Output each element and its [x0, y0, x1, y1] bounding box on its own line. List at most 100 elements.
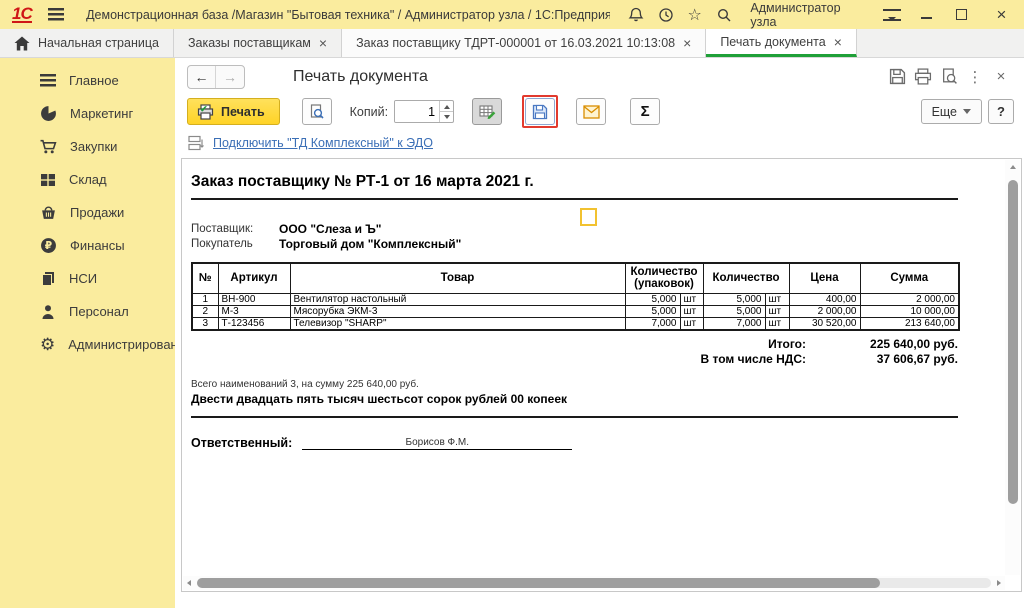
- save-highlight-frame: [522, 95, 558, 128]
- preview-button[interactable]: [302, 98, 332, 125]
- edo-connect-link[interactable]: Подключить "ТД Комплексный" к ЭДО: [213, 136, 433, 150]
- horizontal-scrollbar[interactable]: [183, 576, 1005, 590]
- items-table: № Артикул Товар Количество (упаковок) Ко…: [191, 262, 960, 331]
- col-header-sum: Сумма: [860, 263, 959, 293]
- print-button[interactable]: ✔ Печать: [187, 98, 280, 125]
- pie-chart-icon: [40, 105, 57, 122]
- more-button-label: Еще: [932, 105, 957, 119]
- ruble-icon: ₽: [40, 237, 57, 254]
- copies-input[interactable]: [395, 101, 439, 122]
- sidebar-item-sales[interactable]: Продажи: [0, 196, 175, 229]
- chevron-down-icon: [963, 109, 971, 118]
- section-sidebar: Главное Маркетинг Закупки Склад Продажи …: [0, 58, 175, 608]
- scroll-up-icon[interactable]: [1005, 160, 1020, 174]
- tab-home[interactable]: Начальная страница: [0, 29, 174, 57]
- tab-print-document[interactable]: Печать документа ×: [706, 29, 857, 57]
- divider-line: [191, 416, 958, 418]
- more-button[interactable]: Еще: [921, 99, 982, 124]
- maximize-button[interactable]: [956, 9, 967, 20]
- col-header-sku: Артикул: [218, 263, 290, 293]
- selected-cell[interactable]: [580, 208, 597, 226]
- scroll-left-icon[interactable]: [183, 580, 195, 586]
- edit-table-button[interactable]: [472, 98, 502, 125]
- spin-up-icon[interactable]: [440, 101, 453, 111]
- edo-link-row: Подключить "ТД Комплексный" к ЭДО: [175, 128, 1024, 158]
- tab-label: Печать документа: [720, 35, 825, 49]
- sidebar-item-finance[interactable]: ₽ Финансы: [0, 229, 175, 262]
- sidebar-item-label: Главное: [69, 73, 119, 88]
- preview-icon: [309, 104, 325, 120]
- more-dots-icon[interactable]: ⋮: [962, 65, 988, 89]
- col-header-qty: Количество: [703, 263, 789, 293]
- scroll-right-icon[interactable]: [993, 580, 1005, 586]
- sidebar-item-nsi[interactable]: НСИ: [0, 262, 175, 295]
- navigation-buttons: ← →: [187, 65, 245, 89]
- tab-close-icon[interactable]: ×: [319, 35, 327, 51]
- printed-document: Заказ поставщику № РТ-1 от 16 марта 2021…: [182, 159, 1005, 576]
- save-icon[interactable]: [884, 65, 910, 89]
- sum-button[interactable]: Σ: [630, 98, 660, 125]
- help-button[interactable]: ?: [988, 99, 1014, 124]
- history-icon[interactable]: [655, 4, 676, 26]
- current-user-label[interactable]: Администратор узла: [750, 1, 865, 29]
- sidebar-item-personnel[interactable]: Персонал: [0, 295, 175, 328]
- tab-close-icon[interactable]: ×: [834, 34, 842, 50]
- svg-text:₽: ₽: [45, 240, 52, 252]
- basket-icon: [40, 204, 57, 221]
- 1c-logo: 1С: [12, 6, 32, 23]
- print-icon[interactable]: [910, 65, 936, 89]
- person-icon: [40, 304, 56, 320]
- grid-icon: [40, 172, 56, 188]
- svg-text:✔: ✔: [200, 104, 208, 114]
- main-menu-icon[interactable]: [48, 8, 64, 21]
- sidebar-item-purchases[interactable]: Закупки: [0, 130, 175, 163]
- sidebar-item-marketing[interactable]: Маркетинг: [0, 97, 175, 130]
- sidebar-item-label: Маркетинг: [70, 106, 133, 121]
- supplier-label: Поставщик:: [191, 222, 279, 237]
- copies-stepper: [394, 100, 454, 123]
- back-button[interactable]: ←: [188, 66, 216, 88]
- col-header-product: Товар: [290, 263, 625, 293]
- table-row[interactable]: 3 Т-123456 Телевизор "SHARP" 7,000 шт 7,…: [192, 317, 959, 330]
- total-label: Итого:: [768, 337, 806, 352]
- close-window-button[interactable]: ×: [991, 4, 1012, 26]
- sidebar-item-label: Закупки: [70, 139, 117, 154]
- sidebar-item-warehouse[interactable]: Склад: [0, 163, 175, 196]
- search-icon[interactable]: [713, 4, 734, 26]
- sidebar-item-label: Администрирование: [68, 337, 192, 352]
- page-title: Печать документа: [293, 68, 428, 86]
- tab-close-icon[interactable]: ×: [683, 35, 691, 51]
- edo-icon: [187, 135, 204, 151]
- save-spreadsheet-button[interactable]: [525, 98, 555, 125]
- notifications-bell-icon[interactable]: [626, 4, 647, 26]
- copies-label: Копий:: [350, 105, 388, 119]
- window-title: Демонстрационная база /Магазин "Бытовая …: [86, 8, 610, 22]
- sidebar-item-administration[interactable]: ⚙ Администрирование: [0, 328, 175, 361]
- supplier-value: ООО "Слеза и Ъ": [279, 222, 381, 237]
- vertical-scroll-thumb[interactable]: [1008, 180, 1018, 504]
- table-row[interactable]: 2 М-3 Мясорубка ЭКМ-3 5,000 шт 5,000 шт …: [192, 305, 959, 317]
- table-row[interactable]: 1 ВН-900 Вентилятор настольный 5,000 шт …: [192, 293, 959, 305]
- table-edit-icon: [479, 104, 496, 120]
- preview-icon[interactable]: [936, 65, 962, 89]
- forward-button[interactable]: →: [216, 66, 244, 88]
- responsible-signature: Борисов Ф.М.: [302, 437, 572, 450]
- close-form-icon[interactable]: ×: [988, 65, 1014, 89]
- col-header-num: №: [192, 263, 218, 293]
- minimize-button[interactable]: [921, 10, 933, 19]
- tab-supplier-orders[interactable]: Заказы поставщикам ×: [174, 29, 342, 57]
- vertical-scrollbar[interactable]: [1005, 160, 1020, 575]
- items-summary-line: Всего наименований 3, на сумму 225 640,0…: [191, 379, 1005, 390]
- horizontal-scroll-thumb[interactable]: [197, 578, 880, 588]
- tab-supplier-order-document[interactable]: Заказ поставщику ТДРТ-000001 от 16.03.20…: [342, 29, 706, 57]
- envelope-icon: [583, 105, 600, 119]
- favorites-star-icon[interactable]: ☆: [684, 4, 705, 26]
- home-icon: [14, 36, 30, 51]
- sigma-icon: Σ: [641, 103, 650, 120]
- spin-down-icon[interactable]: [440, 111, 453, 122]
- title-bar: 1С Демонстрационная база /Магазин "Бытов…: [0, 0, 1024, 29]
- tab-label: Начальная страница: [38, 36, 159, 50]
- send-email-button[interactable]: [576, 98, 606, 125]
- service-menu-icon[interactable]: [883, 9, 900, 21]
- sidebar-item-main[interactable]: Главное: [0, 64, 175, 97]
